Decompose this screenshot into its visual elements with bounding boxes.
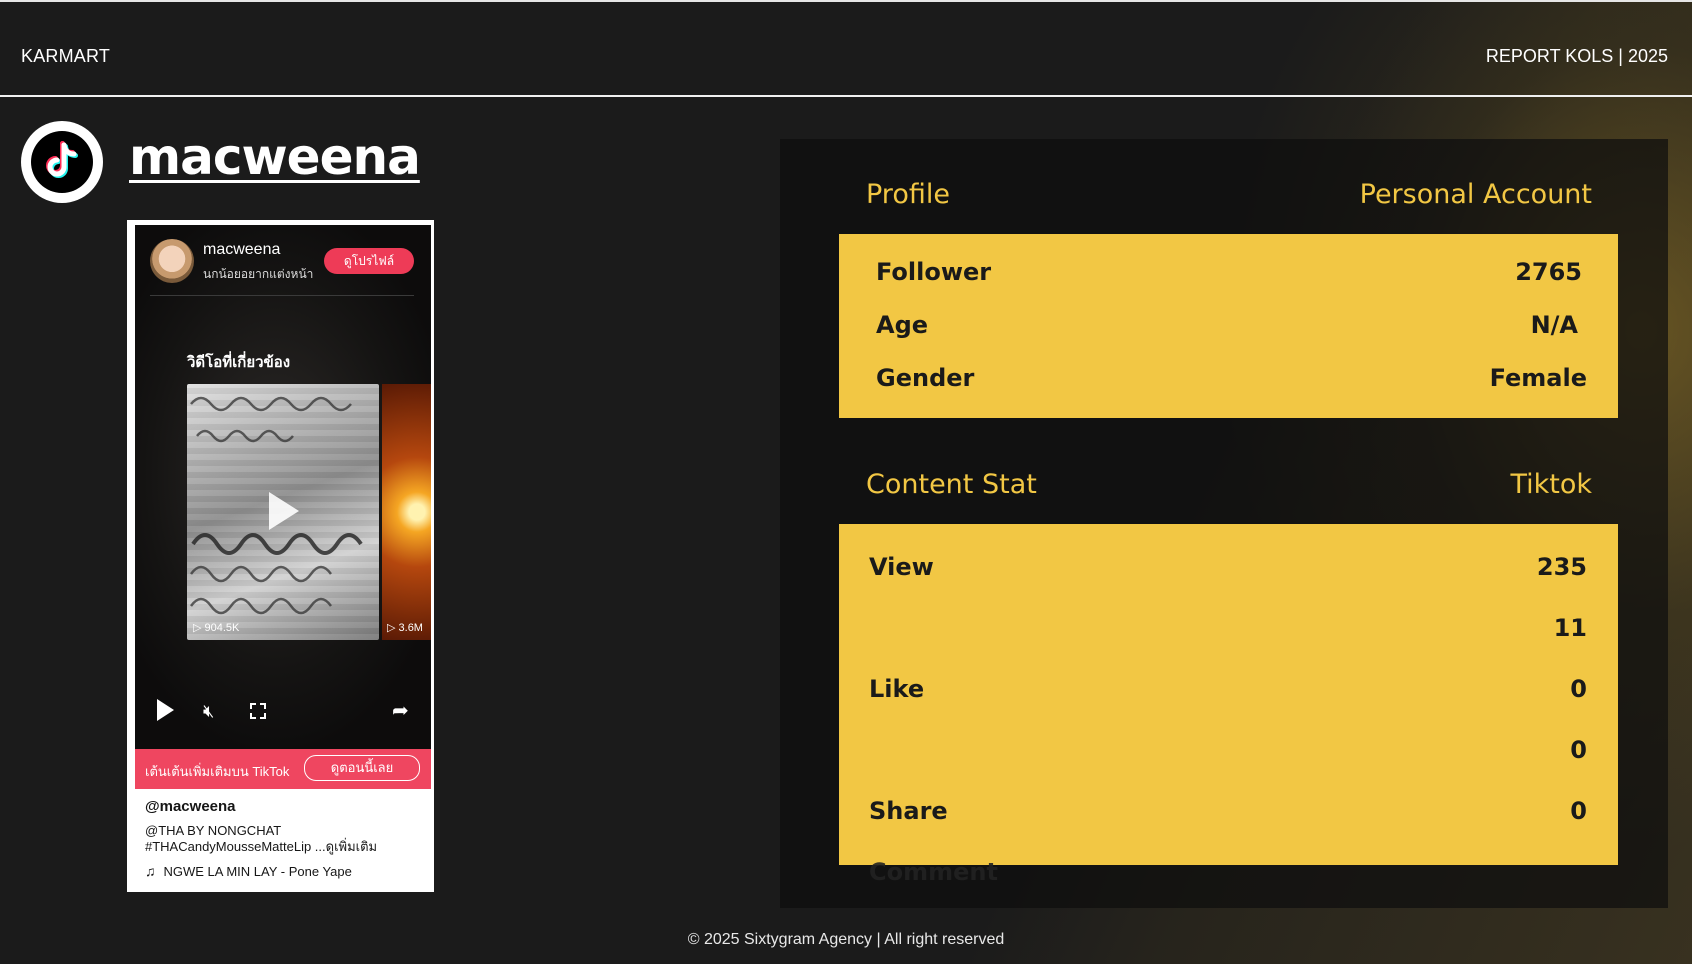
- top-border: [0, 0, 1692, 2]
- creator-username[interactable]: macweena: [129, 128, 421, 186]
- cta-text: เต้นเต้นเพิ่มเติมบน TikTok: [145, 764, 290, 779]
- profile-row-value: 2765: [1515, 258, 1582, 286]
- video-player[interactable]: macweena นกน้อยอยากแต่งหน้า ดูโปรไฟล์ วิ…: [135, 225, 431, 749]
- avatar[interactable]: [150, 239, 194, 283]
- music-title[interactable]: NGWE LA MIN LAY - Pone Yape: [164, 864, 352, 879]
- profile-row-label: Gender: [876, 364, 975, 392]
- music-track[interactable]: ♫ NGWE LA MIN LAY - Pone Yape: [145, 863, 352, 879]
- related-video-thumbnail[interactable]: [382, 384, 431, 640]
- stat-row-value: 0: [1570, 675, 1587, 703]
- stats-panel: Profile Personal Account Follower 2765 A…: [780, 139, 1668, 908]
- embed-subtitle: นกน้อยอยากแต่งหน้า: [203, 267, 314, 281]
- stat-row-value: 235: [1536, 553, 1587, 581]
- mute-icon[interactable]: 🔇︎: [203, 701, 214, 722]
- video-handle[interactable]: @macweena: [145, 798, 236, 815]
- header-divider: [0, 95, 1692, 97]
- profile-section-title: Profile: [866, 179, 950, 210]
- play-icon[interactable]: [157, 699, 174, 721]
- content-stat-title: Content Stat: [866, 469, 1037, 500]
- stat-row-value: 0: [1570, 736, 1587, 764]
- content-stat-platform: Tiktok: [1510, 469, 1592, 500]
- play-icon[interactable]: [269, 492, 299, 530]
- video-views: ▷ 904.5K: [193, 622, 240, 634]
- related-videos-heading: วิดีโอที่เกี่ยวข้อง: [187, 354, 291, 371]
- profile-row-value: Female: [1489, 364, 1587, 392]
- related-video-thumbnail[interactable]: [187, 384, 379, 640]
- content-stat-box: View 235 11 Like 0 0 Share 0: [839, 524, 1618, 865]
- report-title: REPORT KOLS | 2025: [1485, 46, 1668, 66]
- cta-bar: เต้นเต้นเพิ่มเติมบน TikTok ดูตอนนี้เลย: [135, 749, 431, 789]
- profile-row-label: Follower: [876, 258, 992, 286]
- stat-overflow-label: Comment: [869, 858, 998, 886]
- music-note-icon: ♫: [145, 863, 156, 879]
- embed-separator: [150, 295, 414, 296]
- view-profile-button[interactable]: ดูโปรไฟล์: [324, 248, 414, 274]
- profile-row-label: Age: [876, 311, 929, 339]
- watch-now-button[interactable]: ดูตอนนี้เลย: [304, 755, 420, 781]
- stat-row-label: Like: [869, 675, 925, 703]
- video-description[interactable]: @THA BY NONGCHAT #THACandyMousseMatteLip…: [145, 823, 405, 855]
- embed-name[interactable]: macweena: [203, 241, 280, 259]
- account-type: Personal Account: [1359, 179, 1592, 210]
- video-views: ▷ 3.6M: [387, 622, 423, 634]
- tiktok-icon: [21, 121, 103, 203]
- stat-row-label: Share: [869, 797, 948, 825]
- footer-copyright: © 2025 Sixtygram Agency | All right rese…: [687, 931, 1005, 948]
- brand-name: KARMART: [21, 46, 111, 66]
- share-icon[interactable]: ➦: [392, 698, 409, 723]
- stat-row-value: 0: [1570, 797, 1587, 825]
- profile-box: Follower 2765 Age N/A Gender Female: [839, 234, 1618, 418]
- profile-row-value: N/A: [1530, 311, 1578, 339]
- stat-row-value: 11: [1553, 614, 1587, 642]
- stat-row-label: View: [869, 553, 934, 581]
- tiktok-embed[interactable]: macweena นกน้อยอยากแต่งหน้า ดูโปรไฟล์ วิ…: [127, 220, 434, 892]
- fullscreen-icon[interactable]: [250, 703, 266, 719]
